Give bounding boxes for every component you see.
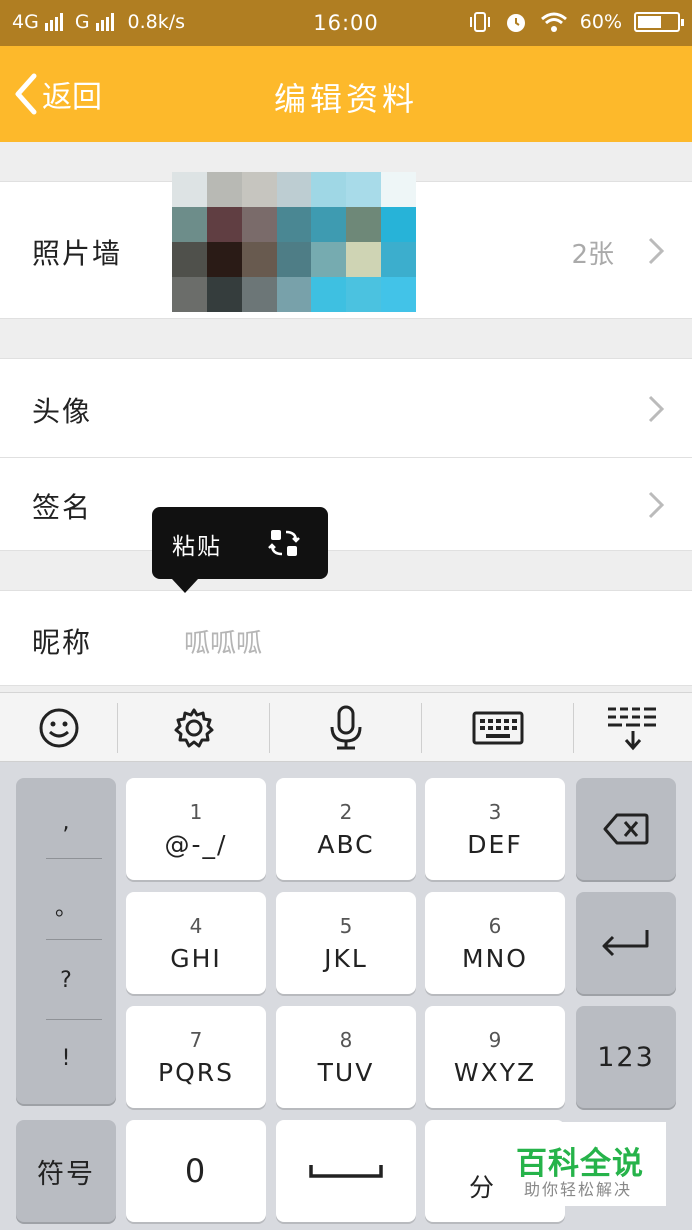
key-8[interactable]: 8 TUV bbox=[276, 1006, 416, 1108]
key-3-number: 3 bbox=[488, 799, 502, 824]
key-7-letters: PQRS bbox=[158, 1057, 234, 1087]
photo-wall-label: 照片墙 bbox=[32, 237, 123, 270]
key-0-label: 0 bbox=[184, 1152, 208, 1190]
key-4-letters: GHI bbox=[170, 943, 222, 973]
vibrate-icon bbox=[469, 12, 490, 32]
nickname-row[interactable]: 昵称 呱呱呱 bbox=[0, 590, 692, 686]
status-bar: 4G G 0.8k/s 16:00 60% bbox=[0, 0, 692, 46]
avatar-label: 头像 bbox=[32, 395, 93, 428]
keyboard-switch-button[interactable] bbox=[422, 693, 573, 763]
keyboard-icon bbox=[472, 711, 523, 745]
partial-key-label: 分 bbox=[469, 1173, 497, 1202]
key-2-number: 2 bbox=[339, 799, 353, 824]
chevron-right-icon bbox=[648, 491, 665, 519]
watermark-logo: 百科全说 助你轻松解决 bbox=[496, 1122, 666, 1206]
punct-exclaim-key[interactable]: ! bbox=[16, 1046, 116, 1071]
collapse-keyboard-button[interactable] bbox=[574, 693, 692, 763]
key-1-number: 1 bbox=[189, 799, 203, 824]
key-6[interactable]: 6 MNO bbox=[425, 892, 565, 994]
battery-icon bbox=[634, 12, 684, 32]
nickname-label: 昵称 bbox=[32, 626, 93, 659]
key-3-letters: DEF bbox=[467, 829, 523, 859]
signature-label: 签名 bbox=[32, 491, 93, 524]
photo-count: 2张 bbox=[571, 240, 614, 270]
key-1[interactable]: 1 @-_/ bbox=[126, 778, 266, 880]
key-6-letters: MNO bbox=[462, 943, 528, 973]
backspace-icon bbox=[603, 813, 649, 845]
switch-icon[interactable] bbox=[268, 527, 300, 559]
battery-percent: 60% bbox=[579, 11, 622, 33]
key-5[interactable]: 5 JKL bbox=[276, 892, 416, 994]
settings-icon bbox=[174, 708, 213, 748]
key-7[interactable]: 7 PQRS bbox=[126, 1006, 266, 1108]
key-8-letters: TUV bbox=[317, 1057, 375, 1087]
emoji-icon bbox=[39, 708, 78, 748]
punct-period-key[interactable]: 。 bbox=[16, 890, 116, 922]
key-2[interactable]: 2 ABC bbox=[276, 778, 416, 880]
collapse-keyboard-icon bbox=[608, 707, 656, 751]
punct-question-key[interactable]: ? bbox=[16, 968, 116, 993]
key-3[interactable]: 3 DEF bbox=[425, 778, 565, 880]
signature-row[interactable]: 签名 bbox=[0, 458, 692, 551]
photo-thumbnail-pixelated bbox=[172, 172, 416, 312]
numbers-key-label: 123 bbox=[597, 1041, 655, 1073]
punct-comma-key[interactable]: , bbox=[16, 810, 116, 835]
wifi-icon bbox=[540, 12, 567, 32]
punctuation-column: , 。 ? ! bbox=[16, 778, 116, 1104]
key-9[interactable]: 9 WXYZ bbox=[425, 1006, 565, 1108]
microphone-icon bbox=[330, 705, 361, 750]
settings-button[interactable] bbox=[118, 693, 269, 763]
space-key[interactable] bbox=[276, 1120, 416, 1222]
key-0[interactable]: 0 bbox=[126, 1120, 266, 1222]
page-title: 编辑资料 bbox=[273, 80, 418, 118]
paste-button[interactable]: 粘贴 bbox=[172, 527, 222, 561]
emoji-button[interactable] bbox=[0, 693, 117, 763]
key-5-letters: JKL bbox=[324, 943, 368, 973]
space-icon bbox=[309, 1165, 383, 1178]
key-1-letters: @-_/ bbox=[164, 829, 228, 859]
keyboard-toolbar bbox=[0, 692, 692, 762]
key-7-number: 7 bbox=[189, 1027, 203, 1052]
nickname-input[interactable]: 呱呱呱 bbox=[184, 623, 262, 660]
chevron-right-icon bbox=[648, 237, 665, 265]
enter-key[interactable] bbox=[576, 892, 676, 994]
key-6-number: 6 bbox=[488, 913, 502, 938]
alarm-icon bbox=[506, 14, 525, 32]
key-2-letters: ABC bbox=[317, 829, 375, 859]
avatar-row[interactable]: 头像 bbox=[0, 358, 692, 458]
app-header: 返回 编辑资料 bbox=[0, 46, 692, 142]
key-9-letters: WXYZ bbox=[453, 1057, 537, 1087]
key-8-number: 8 bbox=[339, 1027, 353, 1052]
enter-icon bbox=[602, 930, 649, 957]
numbers-key[interactable]: 123 bbox=[576, 1006, 676, 1108]
delete-key[interactable] bbox=[576, 778, 676, 880]
key-4[interactable]: 4 GHI bbox=[126, 892, 266, 994]
key-9-number: 9 bbox=[488, 1027, 502, 1052]
symbols-key-label: 符号 bbox=[37, 1158, 95, 1190]
key-5-number: 5 bbox=[339, 913, 353, 938]
voice-button[interactable] bbox=[270, 693, 421, 763]
watermark-subtitle: 助你轻松解决 bbox=[524, 1180, 633, 1199]
paste-popup: 粘贴 bbox=[152, 507, 328, 593]
chevron-right-icon bbox=[648, 395, 665, 423]
key-4-number: 4 bbox=[189, 913, 203, 938]
symbols-key[interactable]: 符号 bbox=[16, 1120, 116, 1222]
